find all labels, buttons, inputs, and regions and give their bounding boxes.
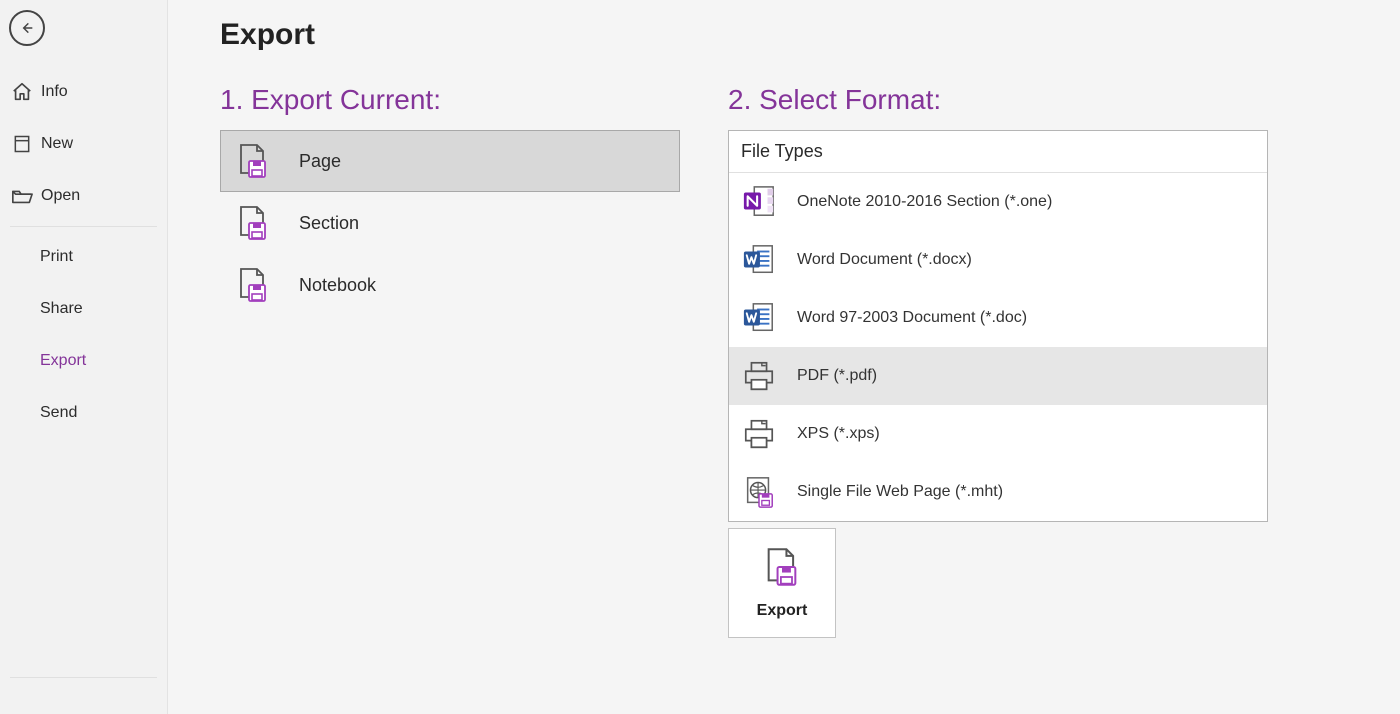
format-onenote[interactable]: OneNote 2010-2016 Section (*.one)	[729, 173, 1267, 231]
back-arrow-icon	[19, 20, 35, 36]
sidebar-item-open[interactable]: Open	[0, 170, 167, 222]
sidebar-item-info[interactable]: Info	[0, 66, 167, 118]
backstage-sidebar: Info New Open Print Share Export Send	[0, 0, 168, 714]
export-current-label: Page	[299, 151, 341, 172]
webpage-save-icon	[741, 474, 777, 510]
format-pdf[interactable]: PDF (*.pdf)	[729, 347, 1267, 405]
format-docx[interactable]: Word Document (*.docx)	[729, 231, 1267, 289]
section-save-icon	[235, 205, 271, 241]
sidebar-item-label: Info	[41, 83, 68, 101]
format-label: OneNote 2010-2016 Section (*.one)	[797, 193, 1052, 211]
home-icon	[11, 81, 33, 103]
sidebar-item-label: New	[41, 135, 73, 153]
newdoc-icon	[11, 133, 33, 155]
sidebar-item-export[interactable]: Export	[0, 335, 167, 387]
sidebar-item-label: Export	[40, 352, 86, 370]
page-title: Export	[220, 18, 1400, 52]
format-doc[interactable]: Word 97-2003 Document (*.doc)	[729, 289, 1267, 347]
sidebar-item-share[interactable]: Share	[0, 283, 167, 335]
export-current-column: 1. Export Current: Page Section Notebook	[220, 84, 680, 638]
format-label: Word 97-2003 Document (*.doc)	[797, 309, 1027, 327]
format-label: XPS (*.xps)	[797, 425, 880, 443]
format-label: PDF (*.pdf)	[797, 367, 877, 385]
export-current-page[interactable]: Page	[220, 130, 680, 192]
sidebar-bottom-separator	[10, 677, 157, 678]
export-current-list: Page Section Notebook	[220, 130, 680, 316]
word-legacy-icon	[741, 300, 777, 336]
format-label: Single File Web Page (*.mht)	[797, 483, 1003, 501]
format-xps[interactable]: XPS (*.xps)	[729, 405, 1267, 463]
sidebar-item-label: Send	[40, 404, 77, 422]
open-folder-icon	[11, 185, 33, 207]
sidebar-separator	[10, 226, 157, 227]
app-root: Info New Open Print Share Export Send Ex…	[0, 0, 1400, 714]
format-mht[interactable]: Single File Web Page (*.mht)	[729, 463, 1267, 521]
word-icon	[741, 242, 777, 278]
onenote-icon	[741, 184, 777, 220]
export-button[interactable]: Export	[728, 528, 836, 638]
export-current-label: Section	[299, 213, 359, 234]
printer-icon	[741, 358, 777, 394]
format-label: Word Document (*.docx)	[797, 251, 972, 269]
file-types-header: File Types	[729, 131, 1267, 173]
export-current-section[interactable]: Section	[220, 192, 680, 254]
sidebar-item-label: Print	[40, 248, 73, 266]
sidebar-item-send[interactable]: Send	[0, 387, 167, 439]
select-format-column: 2. Select Format: File Types OneNote 201…	[728, 84, 1268, 638]
sidebar-item-label: Open	[41, 187, 80, 205]
export-save-icon	[761, 546, 803, 588]
columns: 1. Export Current: Page Section Notebook	[220, 84, 1400, 638]
back-button[interactable]	[9, 10, 45, 46]
export-button-label: Export	[757, 602, 808, 620]
sidebar-item-new[interactable]: New	[0, 118, 167, 170]
format-list-box: File Types OneNote 2010-2016 Section (*.…	[728, 130, 1268, 522]
main-content: Export 1. Export Current: Page Section	[168, 0, 1400, 714]
page-save-icon	[235, 143, 271, 179]
export-current-heading: 1. Export Current:	[220, 84, 680, 116]
sidebar-item-label: Share	[40, 300, 83, 318]
export-current-label: Notebook	[299, 275, 376, 296]
notebook-save-icon	[235, 267, 271, 303]
export-current-notebook[interactable]: Notebook	[220, 254, 680, 316]
select-format-heading: 2. Select Format:	[728, 84, 1268, 116]
printer-icon	[741, 416, 777, 452]
sidebar-item-print[interactable]: Print	[0, 231, 167, 283]
